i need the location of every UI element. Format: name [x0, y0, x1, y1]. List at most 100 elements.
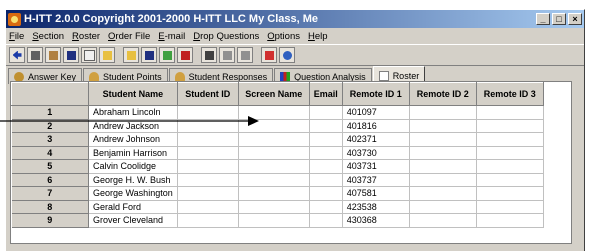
cell-screen-name[interactable]	[238, 146, 310, 160]
page-2-icon[interactable]	[219, 47, 235, 63]
export-icon[interactable]	[159, 47, 175, 63]
cell-row-number[interactable]: 7	[11, 186, 89, 201]
refresh-icon[interactable]	[279, 47, 295, 63]
column-header-screen-name[interactable]: Screen Name	[237, 82, 310, 106]
folder-icon[interactable]	[99, 47, 115, 63]
column-header-remote-id-1[interactable]: Remote ID 1	[341, 82, 410, 106]
cell-remote-id-2[interactable]	[409, 173, 477, 187]
open-folder-icon[interactable]	[123, 47, 139, 63]
cell-email[interactable]	[309, 173, 343, 187]
cell-email[interactable]	[309, 132, 343, 147]
document-icon[interactable]	[81, 47, 97, 63]
cell-row-number[interactable]: 3	[11, 132, 89, 147]
cell-remote-id-1[interactable]: 403730	[342, 146, 410, 160]
cell-row-number[interactable]: 6	[11, 173, 89, 187]
cell-remote-id-1[interactable]: 401097	[342, 105, 410, 120]
cell-student-id[interactable]	[177, 186, 239, 201]
cell-student-id[interactable]	[177, 173, 239, 187]
menu-options[interactable]: Options	[267, 31, 300, 42]
cell-student-id[interactable]	[177, 213, 239, 228]
cell-remote-id-3[interactable]	[476, 200, 544, 214]
cell-row-number[interactable]: 5	[11, 159, 89, 174]
cell-student-name[interactable]: Gerald Ford	[88, 200, 178, 214]
cell-email[interactable]	[309, 119, 343, 133]
cell-screen-name[interactable]	[238, 186, 310, 201]
cell-remote-id-2[interactable]	[409, 119, 477, 133]
column-header-student-id[interactable]: Student ID	[176, 82, 239, 106]
menu-order-file[interactable]: Order File	[108, 31, 150, 42]
cell-remote-id-2[interactable]	[409, 105, 477, 120]
cell-row-number[interactable]: 9	[11, 213, 89, 228]
cell-student-name[interactable]: Calvin Coolidge	[88, 159, 178, 174]
cell-email[interactable]	[309, 213, 343, 228]
cell-student-name[interactable]: Benjamin Harrison	[88, 146, 178, 160]
cell-student-name[interactable]: Grover Cleveland	[88, 213, 178, 228]
cell-email[interactable]	[309, 200, 343, 214]
menu-help[interactable]: Help	[308, 31, 328, 42]
cell-student-id[interactable]	[177, 132, 239, 147]
cell-screen-name[interactable]	[238, 159, 310, 174]
cell-row-number[interactable]: 4	[11, 146, 89, 160]
cell-remote-id-1[interactable]: 401816	[342, 119, 410, 133]
cell-remote-id-1[interactable]: 423538	[342, 200, 410, 214]
cell-remote-id-3[interactable]	[476, 213, 544, 228]
cell-remote-id-3[interactable]	[476, 119, 544, 133]
cell-remote-id-3[interactable]	[476, 105, 544, 120]
cell-email[interactable]	[309, 146, 343, 160]
close-button[interactable]: ×	[568, 13, 582, 25]
cell-screen-name[interactable]	[238, 132, 310, 147]
title-bar[interactable]: H-ITT 2.0.0 Copyright 2001-2000 H-ITT LL…	[6, 10, 584, 28]
column-header-remote-id-2[interactable]: Remote ID 2	[408, 82, 477, 106]
table-row[interactable]: 6 George H. W. Bush 403737	[11, 173, 544, 187]
cell-remote-id-3[interactable]	[476, 186, 544, 201]
cell-email[interactable]	[309, 159, 343, 174]
column-header-email[interactable]: Email	[308, 82, 343, 106]
delete-icon[interactable]	[177, 47, 193, 63]
cell-screen-name[interactable]	[238, 213, 310, 228]
cell-remote-id-1[interactable]: 430368	[342, 213, 410, 228]
cell-remote-id-1[interactable]: 402371	[342, 132, 410, 147]
cell-remote-id-2[interactable]	[409, 213, 477, 228]
cell-student-id[interactable]	[177, 146, 239, 160]
cell-student-name[interactable]: George H. W. Bush	[88, 173, 178, 187]
menu-file[interactable]: File	[9, 31, 24, 42]
cell-email[interactable]	[309, 105, 343, 120]
page-3-icon[interactable]	[237, 47, 253, 63]
cell-remote-id-3[interactable]	[476, 132, 544, 147]
roster-grid[interactable]: Student Name Student ID Screen Name Emai…	[10, 81, 572, 244]
cell-remote-id-1[interactable]: 403731	[342, 159, 410, 174]
cell-remote-id-3[interactable]	[476, 173, 544, 187]
cell-remote-id-1[interactable]: 407581	[342, 186, 410, 201]
clipboard-icon[interactable]	[45, 47, 61, 63]
cell-student-name[interactable]: Andrew Johnson	[88, 132, 178, 147]
table-row[interactable]: 3 Andrew Johnson 402371	[11, 132, 544, 147]
page-icon[interactable]	[201, 47, 217, 63]
save-file-icon[interactable]	[141, 47, 157, 63]
table-row[interactable]: 5 Calvin Coolidge 403731	[11, 159, 544, 174]
save-icon[interactable]	[63, 47, 79, 63]
cell-student-name[interactable]: George Washington	[88, 186, 178, 201]
cell-screen-name[interactable]	[238, 200, 310, 214]
cell-email[interactable]	[309, 186, 343, 201]
minimize-button[interactable]: _	[536, 13, 550, 25]
column-header-student-name[interactable]: Student Name	[88, 82, 178, 106]
menu-drop-questions[interactable]: Drop Questions	[193, 31, 259, 42]
cell-remote-id-3[interactable]	[476, 159, 544, 174]
cell-remote-id-2[interactable]	[409, 200, 477, 214]
cell-student-id[interactable]	[177, 159, 239, 174]
cell-remote-id-2[interactable]	[409, 132, 477, 147]
menu-roster[interactable]: Roster	[72, 31, 100, 42]
cell-remote-id-2[interactable]	[409, 159, 477, 174]
table-row[interactable]: 4 Benjamin Harrison 403730	[11, 146, 544, 160]
cell-remote-id-3[interactable]	[476, 146, 544, 160]
maximize-button[interactable]: □	[552, 13, 566, 25]
cell-screen-name[interactable]	[238, 173, 310, 187]
back-arrow-icon[interactable]	[9, 47, 25, 63]
flag-icon[interactable]	[261, 47, 277, 63]
menu-section[interactable]: Section	[32, 31, 64, 42]
cell-remote-id-1[interactable]: 403737	[342, 173, 410, 187]
cell-remote-id-2[interactable]	[409, 146, 477, 160]
cell-remote-id-2[interactable]	[409, 186, 477, 201]
table-row[interactable]: 9 Grover Cleveland 430368	[11, 213, 544, 228]
cell-student-id[interactable]	[177, 200, 239, 214]
